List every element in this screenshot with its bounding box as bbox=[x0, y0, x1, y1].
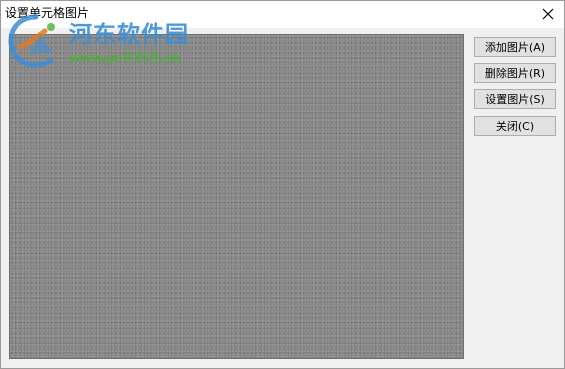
close-icon bbox=[542, 8, 554, 20]
title-bar: 设置单元格图片 bbox=[1, 1, 564, 28]
set-image-button[interactable]: 设置图片(S) bbox=[474, 89, 556, 109]
add-image-button[interactable]: 添加图片(A) bbox=[474, 37, 556, 57]
dialog-window: 设置单元格图片 河东软件园 www.pc0359.cn 添加图片(A) 删除图片… bbox=[0, 0, 565, 369]
delete-image-button[interactable]: 删除图片(R) bbox=[474, 63, 556, 83]
close-window-button[interactable] bbox=[536, 3, 560, 25]
window-title: 设置单元格图片 bbox=[5, 6, 90, 20]
close-button[interactable]: 关闭(C) bbox=[474, 116, 556, 136]
image-preview-area bbox=[9, 34, 464, 359]
